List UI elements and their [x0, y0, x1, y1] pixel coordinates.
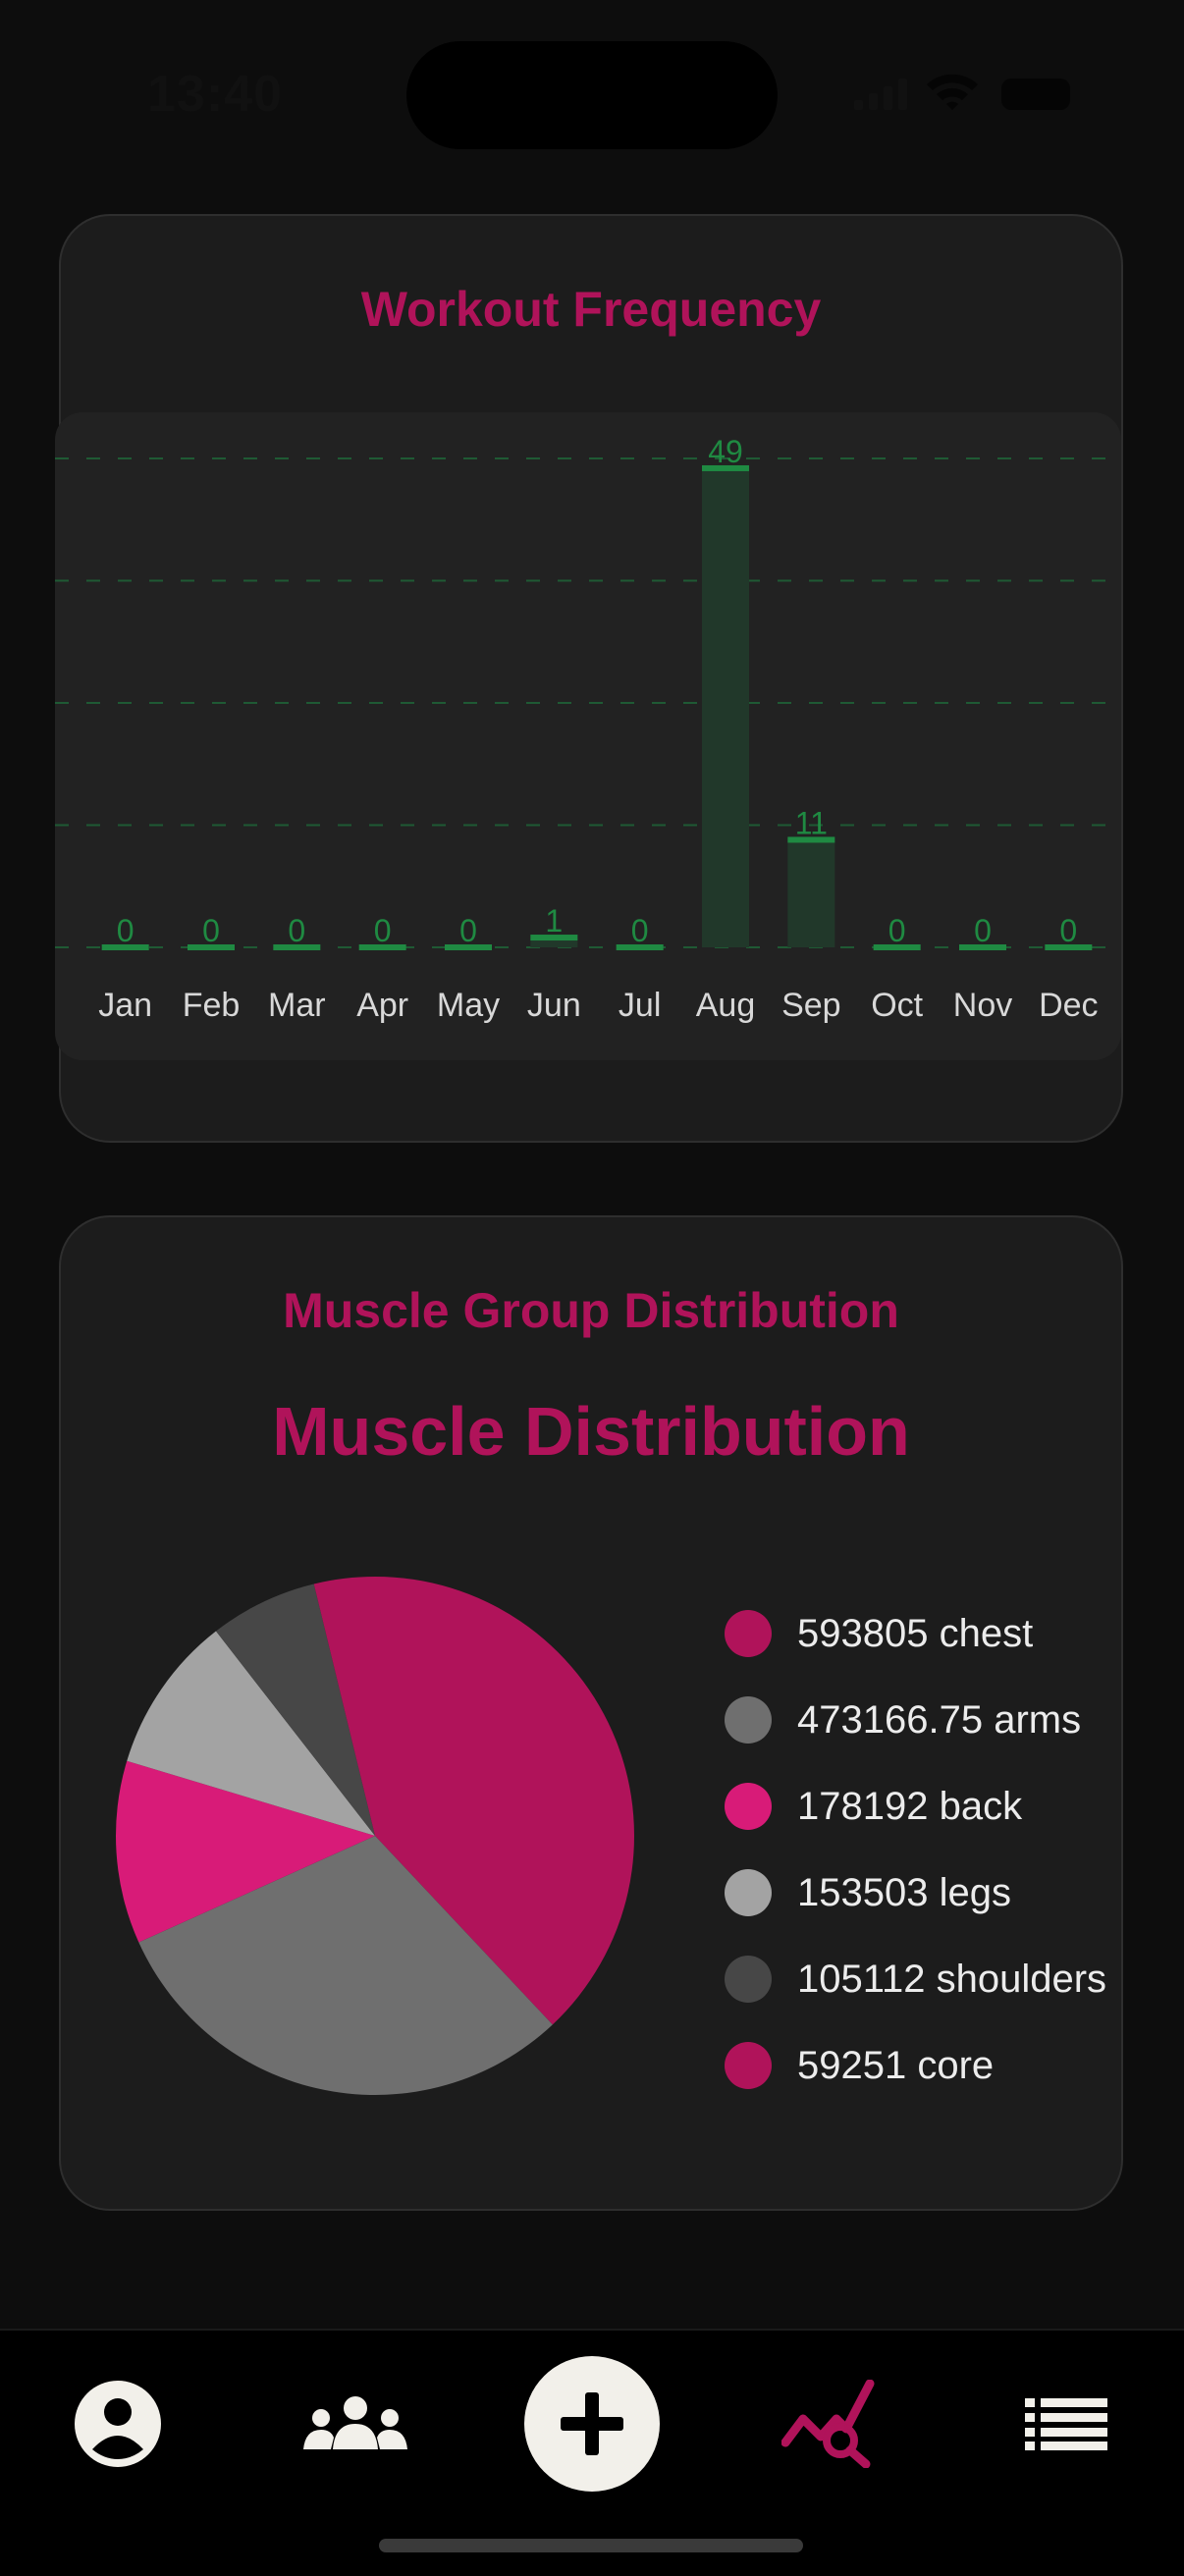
community-icon [303, 2396, 407, 2449]
bar-value-label: 49 [708, 434, 743, 469]
legend-item: 178192 back [725, 1763, 1106, 1850]
x-tick-label: Mar [268, 987, 326, 1024]
legend-label: 153503 legs [797, 1870, 1011, 1914]
tab-list[interactable] [997, 2360, 1135, 2488]
workout-frequency-chart: 0 Jan 0 Feb 0 Mar 0 Apr 0 May 1 Jun 0 Jul 49 Aug 11 Sep 0 O… [55, 434, 1121, 1024]
dynamic-island [406, 41, 778, 149]
bar-value-label: 0 [888, 913, 906, 948]
x-tick-label: Jan [98, 987, 152, 1024]
status-time: 13:40 [147, 66, 283, 123]
x-tick-label: Sep [781, 987, 841, 1024]
tab-community[interactable] [287, 2360, 424, 2488]
cellular-signal-icon [854, 79, 907, 110]
legend-swatch [725, 1869, 772, 1916]
x-tick-label: May [437, 987, 500, 1024]
legend-label: 178192 back [797, 1784, 1023, 1828]
bar-value-label: 0 [117, 913, 135, 948]
workout-frequency-title: Workout Frequency [360, 282, 822, 337]
legend-swatch [725, 1783, 772, 1830]
legend-swatch [725, 1610, 772, 1657]
bar [702, 467, 749, 947]
bar-chart-area: 0 Jan 0 Feb 0 Mar 0 Apr 0 May 1 Jun 0 Jul 49 Aug 11 Sep 0 O… [55, 412, 1121, 1060]
bar-value-label: 0 [1059, 913, 1077, 948]
add-icon [524, 2356, 660, 2492]
bar-value-label: 0 [374, 913, 392, 948]
analytics-icon [781, 2380, 875, 2468]
pie-legend: 593805 chest 473166.75 arms 178192 back … [725, 1590, 1106, 2109]
workout-frequency-card: Workout Frequency 0 Jan 0 Feb 0 Mar 0 Apr 0 May 1 J… [55, 214, 1123, 1143]
legend-item: 59251 core [725, 2022, 1106, 2109]
profile-icon [75, 2381, 161, 2467]
muscle-pie-chart [115, 1577, 635, 2095]
tab-analytics[interactable] [762, 2360, 899, 2488]
x-tick-label: Nov [953, 987, 1012, 1024]
list-icon [1025, 2398, 1107, 2450]
legend-label: 473166.75 arms [797, 1697, 1082, 1742]
bar-value-label: 0 [288, 913, 305, 948]
legend-item: 473166.75 arms [725, 1677, 1106, 1763]
legend-swatch [725, 1696, 772, 1744]
bar-value-label: 1 [545, 903, 563, 939]
legend-item: 593805 chest [725, 1590, 1106, 1677]
legend-label: 105112 shoulders [797, 1957, 1107, 2001]
muscle-distribution-card: Muscle Group Distribution Muscle Distrib… [59, 1215, 1123, 2211]
legend-label: 593805 chest [797, 1611, 1034, 1655]
legend-item: 105112 shoulders [725, 1936, 1106, 2022]
x-tick-label: Dec [1039, 987, 1098, 1024]
bar-value-label: 0 [459, 913, 477, 948]
tab-add-workout[interactable] [523, 2356, 661, 2492]
home-indicator [379, 2539, 803, 2552]
legend-swatch [725, 2042, 772, 2089]
legend-item: 153503 legs [725, 1850, 1106, 1936]
x-tick-label: Apr [356, 987, 408, 1024]
x-tick-label: Jul [619, 987, 661, 1024]
x-tick-label: Feb [183, 987, 241, 1024]
legend-label: 59251 core [797, 2043, 995, 2087]
bar-value-label: 0 [631, 913, 649, 948]
battery-icon [1001, 79, 1070, 110]
muscle-group-distribution-title: Muscle Group Distribution [283, 1283, 899, 1338]
bar [787, 839, 835, 947]
bar-value-label: 0 [974, 913, 992, 948]
status-bar: 13:40 [0, 0, 1184, 196]
bar-value-label: 11 [795, 805, 828, 840]
x-tick-label: Jun [527, 987, 581, 1024]
bar-value-label: 0 [202, 913, 220, 948]
muscle-distribution-chart-title: Muscle Distribution [272, 1393, 910, 1470]
x-tick-label: Oct [871, 987, 923, 1024]
x-tick-label: Aug [696, 987, 756, 1024]
wifi-icon [927, 74, 978, 110]
tab-profile[interactable] [49, 2360, 187, 2488]
legend-swatch [725, 1956, 772, 2003]
